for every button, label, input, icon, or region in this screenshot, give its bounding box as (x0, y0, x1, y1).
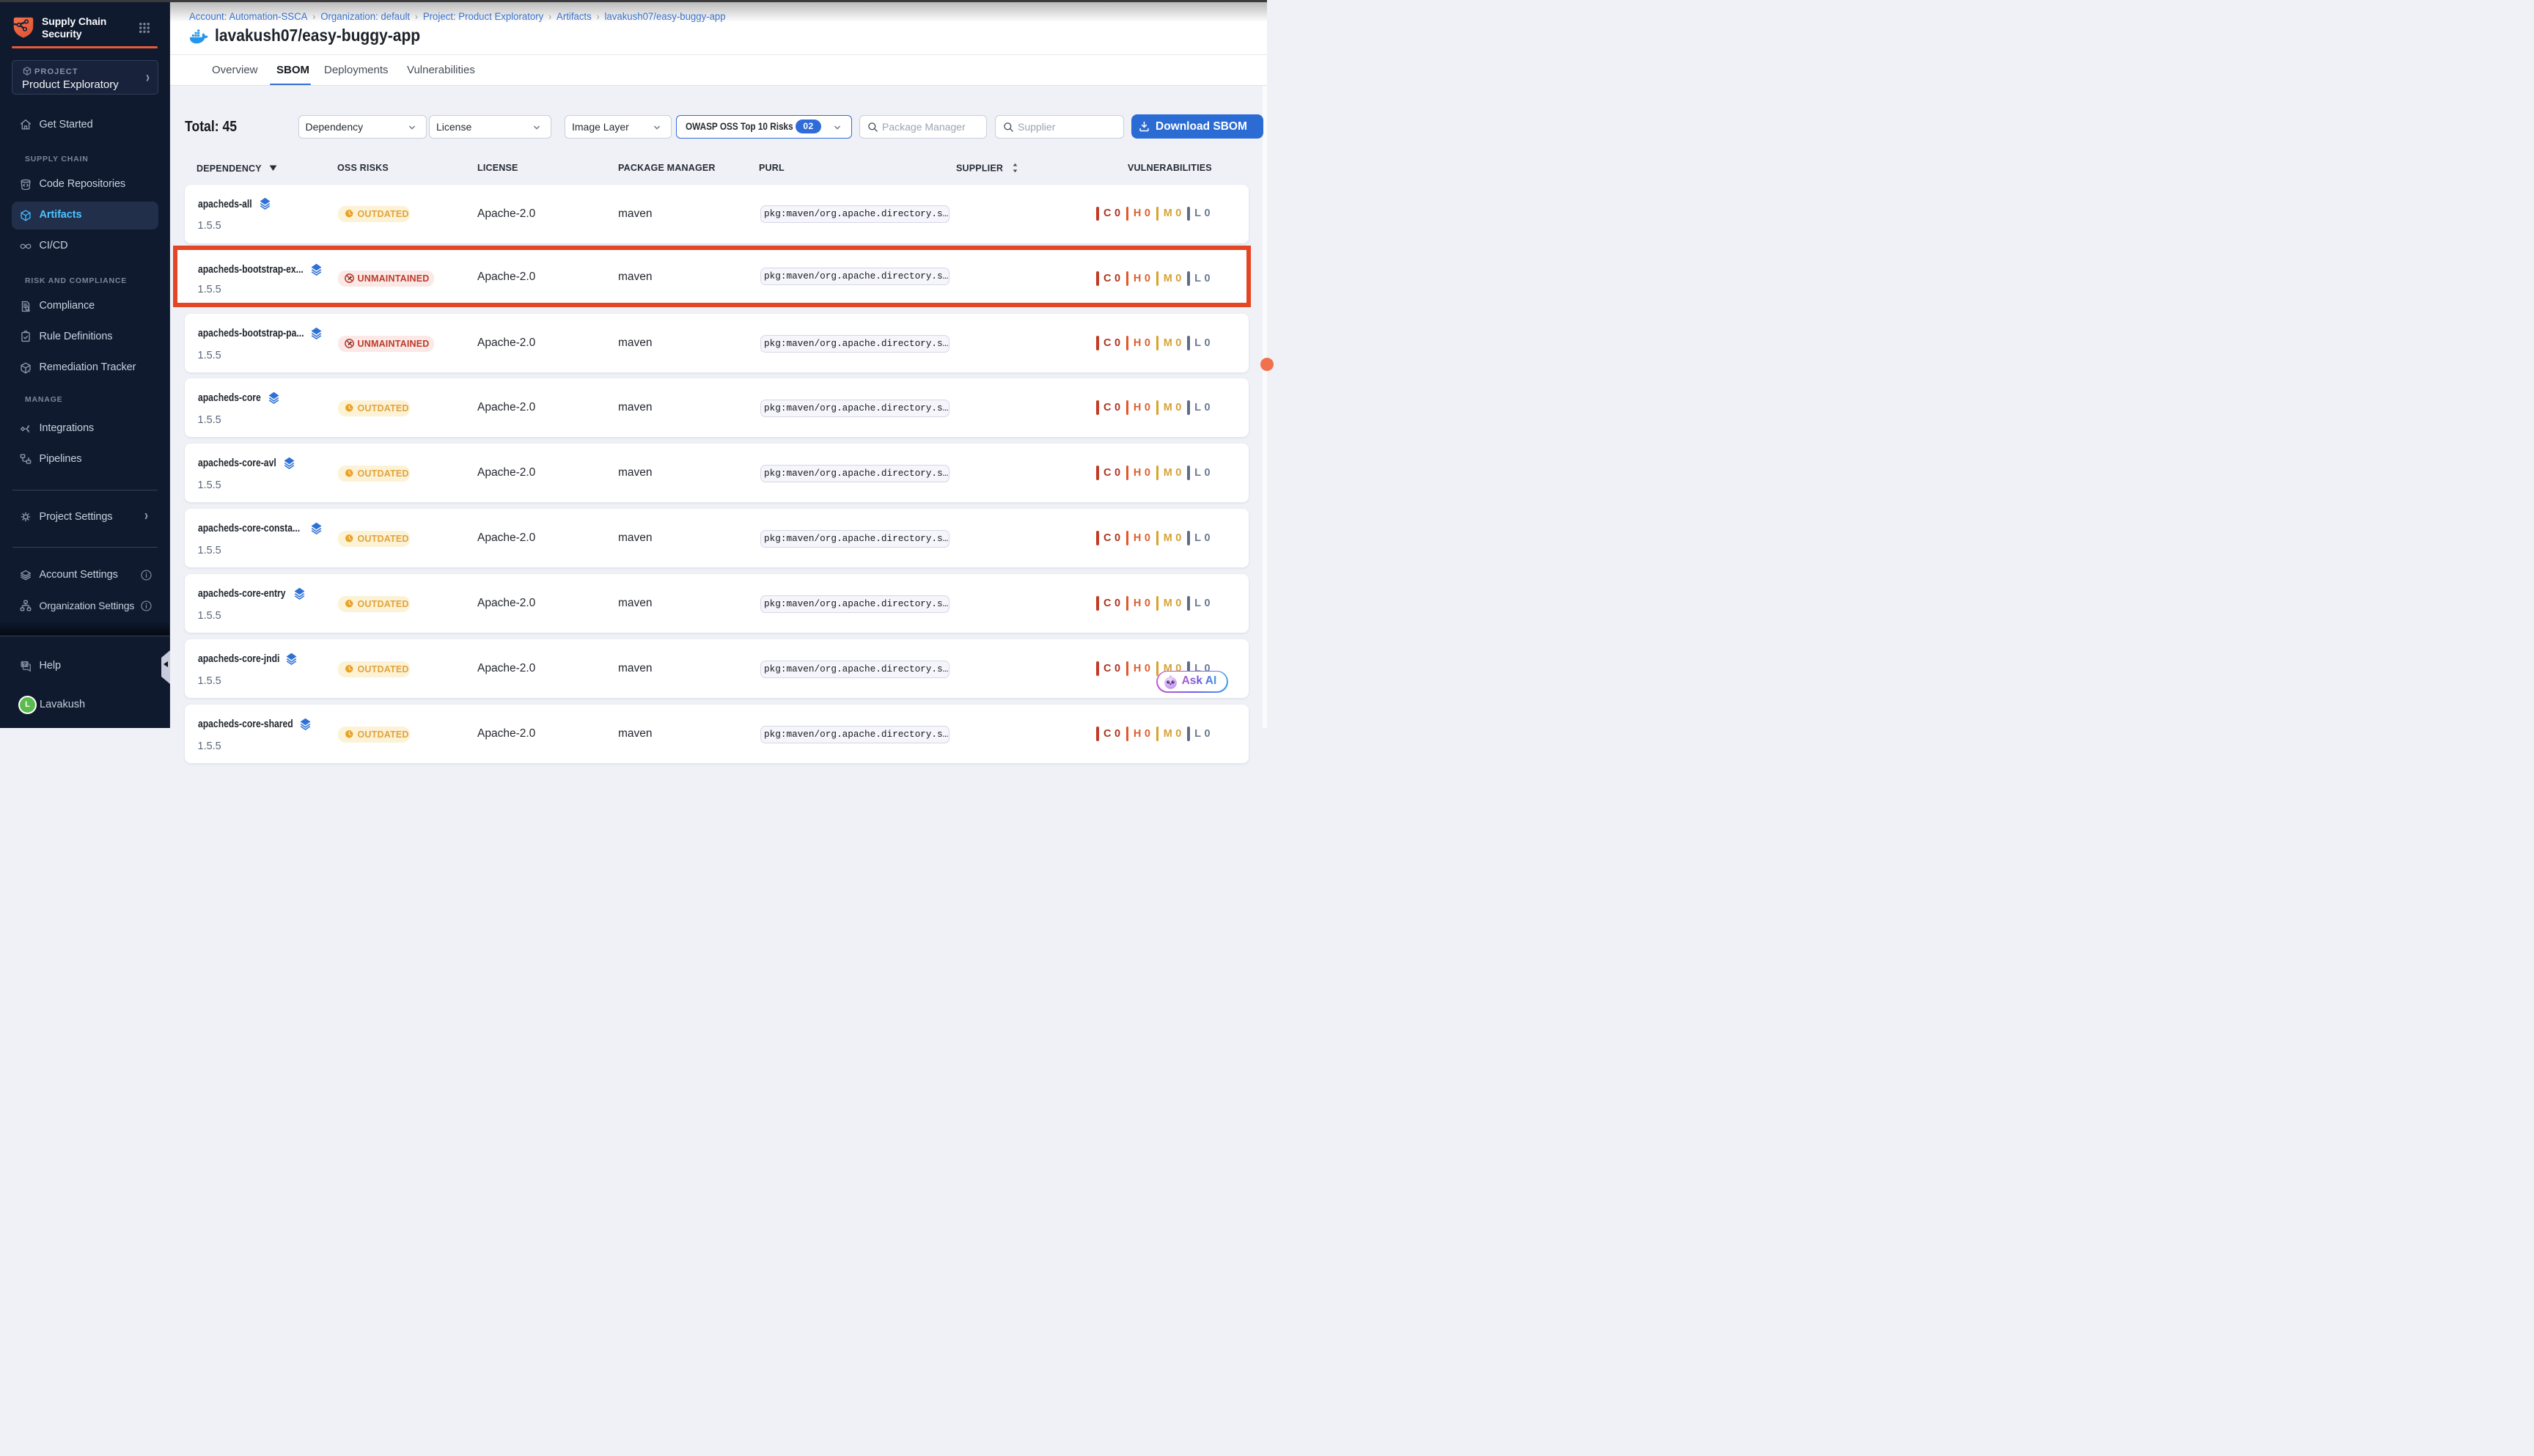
svg-text:?: ? (23, 661, 26, 668)
